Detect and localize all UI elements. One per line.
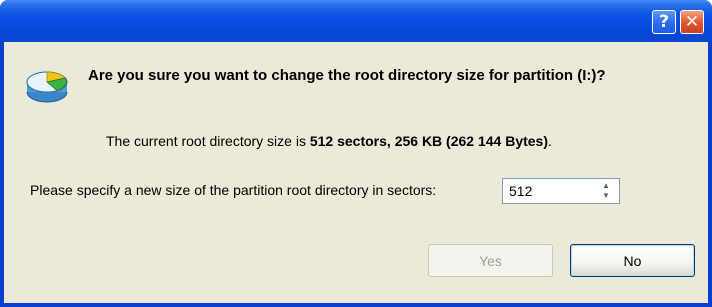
title-bar[interactable]: ? ✕ (0, 0, 712, 42)
current-size-value: 512 sectors, 256 KB (262 144 Bytes) (309, 133, 549, 149)
disk-partition-pie-icon (26, 71, 68, 103)
root-size-input[interactable] (503, 179, 591, 203)
info-prefix: The current root directory size is (106, 133, 310, 149)
root-size-spinner[interactable]: ▲ ▼ (502, 178, 620, 204)
confirmation-question: Are you sure you want to change the root… (88, 67, 606, 84)
dialog-window: ? ✕ Are you sure you want to change the … (0, 0, 712, 307)
yes-button[interactable]: Yes (428, 244, 553, 277)
dialog-body: Are you sure you want to change the root… (4, 42, 708, 303)
no-button[interactable]: No (570, 244, 695, 277)
help-button[interactable]: ? (652, 10, 676, 34)
info-suffix: . (548, 133, 552, 149)
spin-up-arrow-icon[interactable]: ▲ (599, 181, 613, 191)
close-button[interactable]: ✕ (680, 10, 704, 34)
current-size-info: The current root directory size is 512 s… (106, 133, 552, 149)
spin-down-arrow-icon[interactable]: ▼ (599, 191, 613, 201)
new-size-prompt: Please specify a new size of the partiti… (30, 182, 437, 198)
